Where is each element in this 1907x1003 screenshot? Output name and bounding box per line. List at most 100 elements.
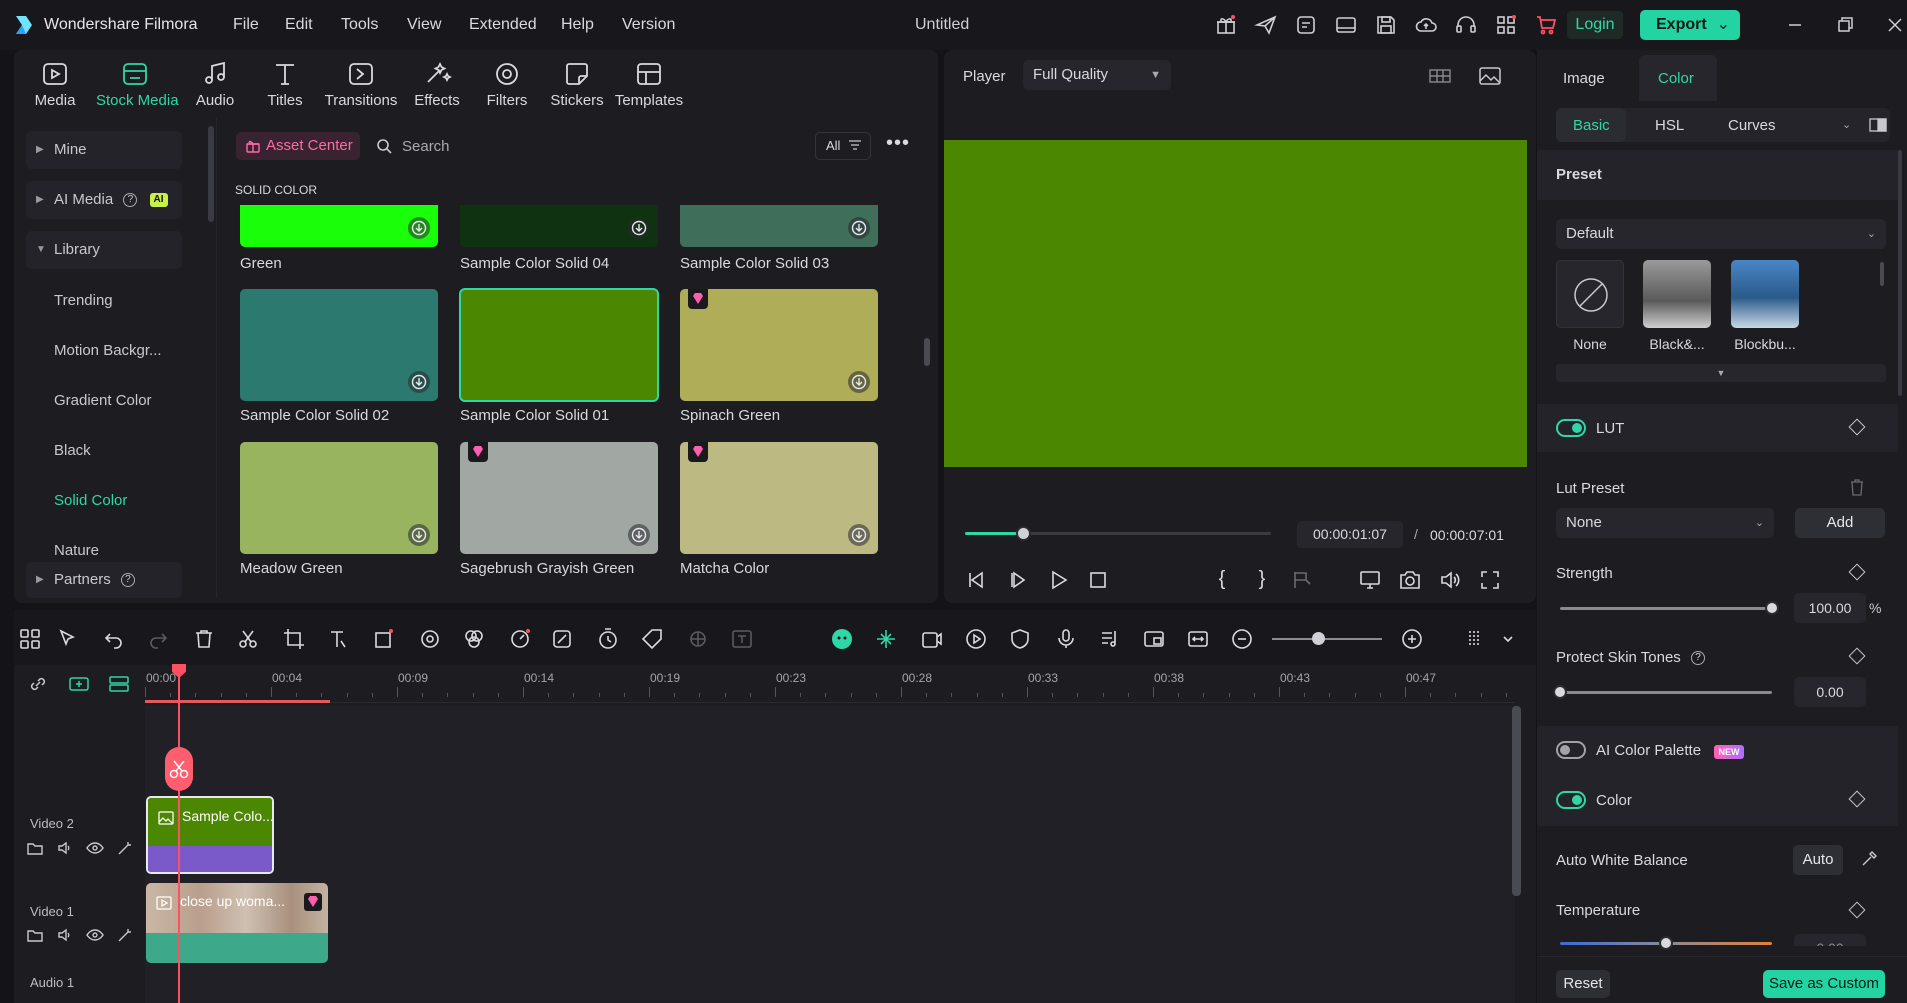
- subtab-hsl[interactable]: HSL: [1655, 117, 1684, 134]
- color-tile[interactable]: [459, 288, 659, 402]
- chevron-down-icon[interactable]: ⌄: [1842, 118, 1851, 131]
- mark-out-icon[interactable]: }: [1250, 568, 1274, 592]
- temperature-value[interactable]: 0.00: [1794, 934, 1866, 946]
- reset-button[interactable]: Reset: [1556, 970, 1610, 998]
- undo-icon[interactable]: [102, 627, 126, 651]
- apps-grid-icon[interactable]: [1494, 13, 1518, 37]
- asset-center-button[interactable]: Asset Center: [236, 132, 360, 160]
- camera-snapshot-icon[interactable]: [1398, 568, 1422, 592]
- color-toggle[interactable]: [1556, 791, 1586, 809]
- zoom-in-icon[interactable]: [1400, 627, 1424, 651]
- keyframe-tag-icon[interactable]: [640, 627, 664, 651]
- property-panel-scrollbar[interactable]: [1898, 150, 1902, 396]
- menu-help[interactable]: Help: [561, 16, 594, 34]
- crop-icon[interactable]: [282, 627, 306, 651]
- sidebar-item-nature[interactable]: Nature: [54, 542, 99, 556]
- download-icon[interactable]: [848, 217, 870, 239]
- search-input[interactable]: [402, 134, 702, 158]
- protect-skin-slider-handle[interactable]: [1553, 685, 1567, 699]
- sidebar-item-gradient-color[interactable]: Gradient Color: [54, 392, 152, 409]
- select-arrow-icon[interactable]: [56, 627, 80, 651]
- folder-icon[interactable]: [26, 839, 44, 857]
- shape-icon[interactable]: [372, 627, 396, 651]
- volume-icon[interactable]: [1438, 568, 1462, 592]
- timer-icon[interactable]: [596, 627, 620, 651]
- tool-templates[interactable]: Templates: [610, 60, 688, 116]
- strength-slider-handle[interactable]: [1765, 601, 1779, 615]
- grid-scrollbar[interactable]: [924, 338, 930, 366]
- timeline-scrollbar[interactable]: [1512, 706, 1521, 896]
- minimize-icon[interactable]: [1783, 13, 1807, 37]
- insert-marker-icon[interactable]: [1290, 568, 1314, 592]
- preset-thumb-black-white[interactable]: [1643, 260, 1711, 328]
- ai-color-palette-toggle[interactable]: [1556, 741, 1586, 759]
- download-icon[interactable]: [408, 217, 430, 239]
- menu-version[interactable]: Version: [622, 16, 675, 34]
- mute-icon[interactable]: [56, 839, 74, 857]
- gift-icon[interactable]: [1214, 13, 1238, 37]
- sidebar-scrollbar[interactable]: [208, 126, 214, 222]
- close-icon[interactable]: [1883, 13, 1907, 37]
- eyedropper-icon[interactable]: [1860, 850, 1878, 868]
- next-frame-icon[interactable]: [1006, 568, 1030, 592]
- color-tile[interactable]: [460, 205, 658, 247]
- timeline-clip-sample-color[interactable]: Sample Colo...: [146, 796, 274, 874]
- download-icon[interactable]: [848, 524, 870, 546]
- strength-slider-track[interactable]: [1560, 607, 1772, 610]
- cut-icon[interactable]: [236, 627, 260, 651]
- protect-skin-value[interactable]: 0.00: [1794, 677, 1866, 707]
- folder-icon[interactable]: [26, 926, 44, 944]
- filter-button[interactable]: All: [815, 132, 871, 160]
- download-icon[interactable]: [408, 371, 430, 393]
- lut-toggle[interactable]: [1556, 419, 1586, 437]
- help-icon[interactable]: ?: [120, 573, 135, 588]
- sidebar-item-ai-media[interactable]: ▶ AI Media ? AI: [26, 181, 182, 219]
- ai-copilot-icon[interactable]: [1294, 13, 1318, 37]
- tool-stock-media[interactable]: Stock Media: [96, 60, 179, 116]
- tab-color[interactable]: Color: [1658, 70, 1694, 87]
- cloud-upload-icon[interactable]: [1414, 13, 1438, 37]
- sidebar-item-library[interactable]: ▼ Library: [26, 231, 182, 269]
- color-tile[interactable]: [240, 442, 438, 554]
- auto-white-balance-button[interactable]: Auto: [1793, 845, 1843, 875]
- menu-tools[interactable]: Tools: [341, 16, 378, 34]
- send-icon[interactable]: [1254, 13, 1278, 37]
- mask-icon[interactable]: [418, 627, 442, 651]
- play-icon[interactable]: [1046, 568, 1070, 592]
- playback-render-icon[interactable]: [964, 627, 988, 651]
- trash-icon[interactable]: [1849, 478, 1865, 496]
- timeline-zoom-slider[interactable]: [1272, 638, 1382, 640]
- quality-select[interactable]: Full Quality ▼: [1023, 60, 1171, 90]
- more-options-icon[interactable]: •••: [884, 132, 912, 160]
- eye-icon[interactable]: [86, 839, 104, 857]
- display-settings-icon[interactable]: [1358, 568, 1382, 592]
- redo-icon[interactable]: [146, 627, 170, 651]
- current-timecode[interactable]: 00:00:01:07: [1297, 521, 1403, 548]
- tool-stickers[interactable]: Stickers: [538, 60, 616, 116]
- motion-track-icon[interactable]: [686, 627, 710, 651]
- lut-preset-select[interactable]: None ⌄: [1556, 508, 1774, 538]
- layout-icon[interactable]: [18, 627, 42, 651]
- ai-translate-icon[interactable]: [730, 627, 754, 651]
- cart-icon[interactable]: [1534, 13, 1558, 37]
- tool-titles[interactable]: Titles: [246, 60, 324, 116]
- temperature-slider-handle[interactable]: [1659, 936, 1673, 950]
- save-as-custom-button[interactable]: Save as Custom: [1763, 970, 1885, 998]
- lut-add-button[interactable]: Add: [1795, 508, 1885, 538]
- pip-icon[interactable]: [1142, 627, 1166, 651]
- tool-audio[interactable]: Audio: [176, 60, 254, 116]
- restore-icon[interactable]: [1833, 13, 1857, 37]
- tab-image[interactable]: Image: [1563, 70, 1605, 87]
- sidebar-item-motion-backgrounds[interactable]: Motion Backgr...: [54, 342, 162, 359]
- track-manager-icon[interactable]: [108, 674, 130, 694]
- mark-in-icon[interactable]: {: [1210, 568, 1234, 592]
- download-icon[interactable]: [628, 217, 650, 239]
- work-area-range[interactable]: [145, 700, 330, 703]
- ai-face-icon[interactable]: [830, 627, 854, 651]
- search-box[interactable]: [376, 132, 796, 160]
- compare-view-icon[interactable]: [1869, 118, 1887, 132]
- zoom-out-icon[interactable]: [1230, 627, 1254, 651]
- magic-wand-icon[interactable]: [116, 926, 134, 944]
- login-button[interactable]: Login: [1567, 11, 1623, 39]
- timeline-ruler[interactable]: 00:00 00:04 00:09 00:14 00:19 00:23 00:28 00:33…: [145, 665, 1515, 703]
